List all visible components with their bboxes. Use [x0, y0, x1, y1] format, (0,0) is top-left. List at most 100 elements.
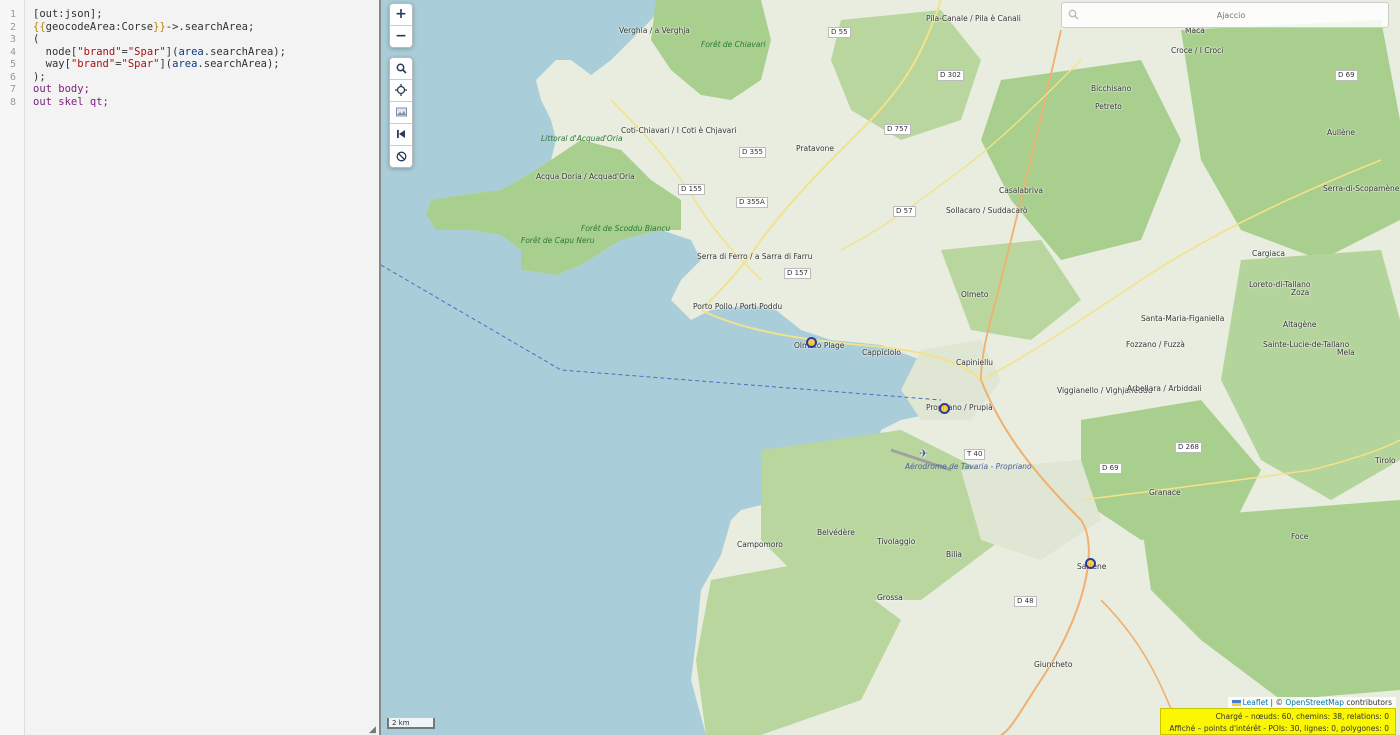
code-line-2[interactable]: {{geocodeArea:Corse}}->.searchArea;	[33, 21, 254, 33]
road-label: D 55	[828, 27, 851, 38]
road-label: D 48	[1014, 596, 1037, 607]
code-line-4[interactable]: node["brand"="Spar"](area.searchArea);	[33, 46, 286, 58]
code-line-6[interactable]: );	[33, 71, 46, 83]
place-label: Serra-di-Scopamène	[1323, 184, 1400, 193]
code-token: ](	[165, 45, 179, 58]
place-label: Santa-Maria-Figaniella	[1141, 314, 1225, 323]
code-editor[interactable]: 1 2 3 4 5 6 7 8 [out:json]; {{geocodeAre…	[0, 0, 381, 735]
code-line-5[interactable]: way["brand"="Spar"](area.searchArea);	[33, 58, 280, 70]
place-label: Tivolaggio	[877, 537, 916, 546]
place-label: Olmeto	[961, 290, 989, 299]
map-view[interactable]: Verghia / a Verghja Pila-Canale / Pila è…	[381, 0, 1400, 735]
zoom-in-button[interactable]: +	[390, 4, 412, 26]
road-label: D 69	[1099, 463, 1122, 474]
map-scale: 2 km	[387, 718, 435, 729]
line-number: 3	[9, 34, 16, 45]
place-label: Croce / I Croci	[1171, 46, 1224, 55]
place-label: Cargiaca	[1252, 249, 1285, 258]
place-label: Capiniellu	[956, 358, 994, 367]
code-token: "Spar"	[127, 45, 166, 58]
road-label: D 302	[937, 70, 964, 81]
road-label: D 355	[739, 147, 766, 158]
search-icon	[1068, 9, 1079, 20]
crosshair-icon	[395, 84, 407, 96]
code-token: "Spar"	[121, 58, 160, 70]
place-label: Arbellara / Arbiddali	[1127, 384, 1202, 393]
skip-back-icon	[397, 130, 405, 138]
line-number: 2	[9, 21, 16, 33]
place-label: Giuncheto	[1034, 660, 1073, 669]
zoom-out-button[interactable]: −	[390, 26, 412, 47]
code-token: .searchArea);	[197, 58, 280, 70]
attribution-contributors: contributors	[1344, 698, 1392, 707]
line-number: 5	[9, 59, 16, 70]
airport-icon: ✈	[919, 447, 929, 460]
code-line-8[interactable]: out skel qt;	[33, 96, 109, 108]
code-line-1[interactable]: [out:json];	[33, 8, 103, 20]
place-label: Grossa	[877, 593, 903, 602]
road-label: D 355A	[736, 197, 768, 208]
code-token: .searchArea);	[203, 45, 286, 58]
code-token: }}	[153, 20, 166, 33]
poi-marker[interactable]	[939, 403, 950, 414]
leaflet-link[interactable]: Leaflet	[1243, 698, 1269, 707]
code-token: ](	[159, 58, 173, 70]
airport-label: Aérodrome de Tavaria - Propriano	[905, 462, 1032, 471]
place-label: Verghia / a Verghja	[619, 26, 690, 35]
code-token: (	[33, 33, 40, 45]
osm-link[interactable]: OpenStreetMap	[1285, 698, 1344, 707]
map-tiles	[381, 0, 1400, 735]
place-label: Fozzano / Fuzzà	[1126, 340, 1185, 349]
hide-data-button[interactable]	[390, 146, 412, 167]
data-stats-panel: Chargé – nœuds: 60, chemins: 38, relatio…	[1160, 708, 1396, 735]
place-label: Bicchisano	[1091, 84, 1132, 93]
line-number: 6	[9, 71, 16, 83]
code-line-7[interactable]: out body;	[33, 83, 90, 95]
forest-label: Forêt de Chiavari	[701, 40, 766, 49]
layers-button[interactable]	[390, 102, 412, 124]
place-label: Petreto	[1095, 102, 1122, 111]
map-attribution: Leaflet | © OpenStreetMap contributors	[1227, 697, 1396, 708]
code-token: out skel qt;	[33, 95, 109, 108]
displayed-stats: Affiché – points d'intérêt - POIs: 30, l…	[1169, 724, 1389, 733]
road-label: D 155	[678, 184, 705, 195]
road-label: D 268	[1175, 442, 1202, 453]
map-search-box	[1061, 2, 1389, 28]
place-label: Altagène	[1283, 320, 1317, 329]
place-label: Foce	[1291, 532, 1309, 541]
resize-grip-icon[interactable]: ◢	[369, 725, 377, 735]
road-label: T 40	[964, 449, 986, 460]
place-label: Tirolo	[1375, 456, 1396, 465]
poi-marker[interactable]	[806, 337, 817, 348]
leaflet-flag-icon	[1231, 700, 1241, 706]
code-token: {{	[33, 20, 46, 33]
place-label: Casalabriva	[999, 186, 1043, 195]
place-label: Mela	[1337, 348, 1355, 357]
road-label: D 69	[1335, 70, 1358, 81]
zoom-to-data-button[interactable]	[390, 58, 412, 80]
first-result-button[interactable]	[390, 124, 412, 146]
line-number: 4	[9, 46, 16, 58]
code-token: "brand"	[70, 58, 116, 70]
code-line-3[interactable]: (	[33, 33, 39, 45]
line-number-gutter: 1 2 3 4 5 6 7 8	[0, 0, 25, 735]
place-label: Cappiciolo	[862, 348, 901, 357]
road-label: D 757	[884, 124, 911, 135]
forest-label: Forêt de Scoddu Biancu	[581, 224, 671, 233]
place-label: Pratavone	[796, 144, 835, 153]
place-label: Olmeto Plage	[794, 341, 845, 350]
place-label: Pila-Canale / Pila è Canali	[926, 14, 1021, 23]
place-label: Campomoro	[737, 540, 783, 549]
line-number: 8	[9, 96, 16, 108]
place-label: Propriano / Prupià	[926, 403, 993, 412]
code-token: node[	[33, 45, 78, 58]
magnifier-icon	[396, 63, 407, 74]
place-label: Porto Pollo / Porti Poddu	[693, 302, 783, 311]
map-search-input[interactable]	[1084, 7, 1378, 24]
forest-label: Forêt de Capu Neru	[521, 236, 595, 245]
attribution-separator: | ©	[1268, 698, 1286, 707]
poi-marker[interactable]	[1085, 558, 1096, 569]
locate-me-button[interactable]	[390, 80, 412, 102]
place-label: Bilia	[946, 550, 962, 559]
code-token: way[	[33, 58, 71, 70]
